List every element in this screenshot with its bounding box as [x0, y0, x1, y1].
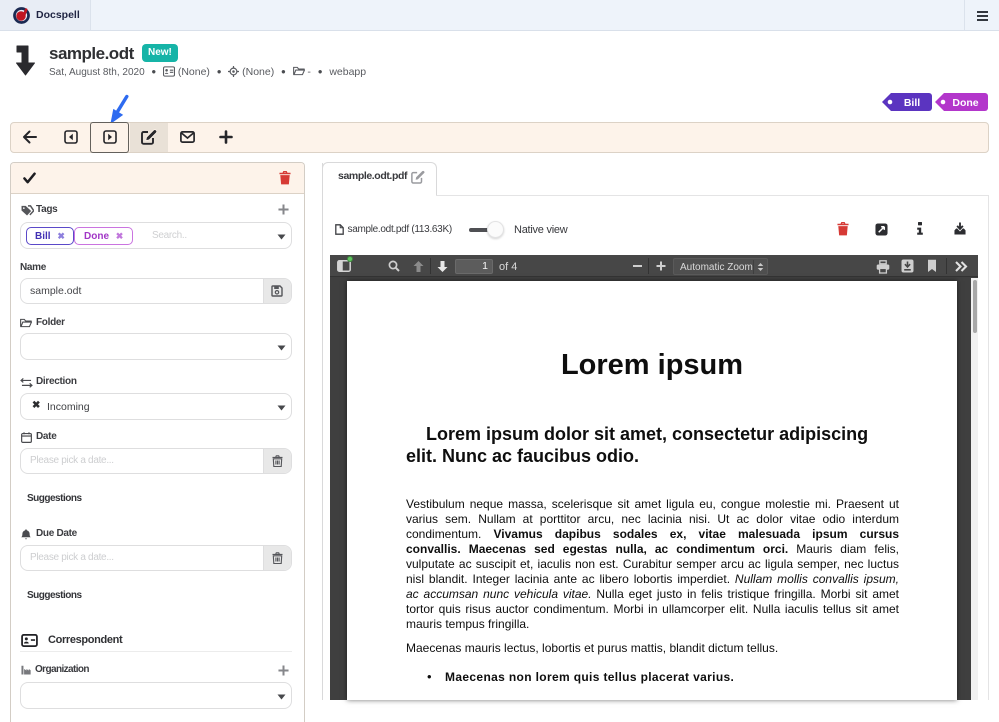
svg-text:Done: Done [952, 97, 978, 109]
svg-text:Bill: Bill [904, 97, 920, 109]
